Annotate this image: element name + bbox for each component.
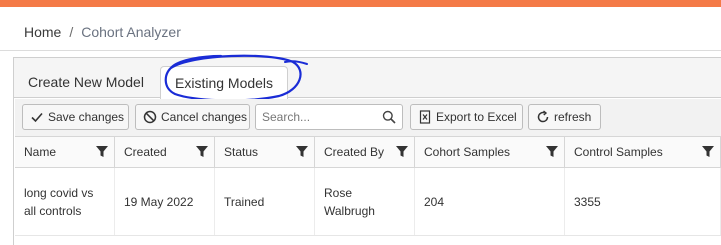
filter-icon[interactable]: [546, 146, 558, 158]
search-input[interactable]: [262, 105, 380, 129]
column-header-label: Status: [224, 145, 259, 159]
column-header-created[interactable]: Created: [115, 137, 215, 167]
export-to-excel-button[interactable]: Export to Excel: [410, 104, 523, 130]
top-accent-bar: [0, 0, 721, 7]
refresh-button[interactable]: refresh: [528, 104, 601, 130]
tab-strip: Create New Model Existing Models: [14, 54, 721, 102]
breadcrumb: Home / Cohort Analyzer: [24, 22, 181, 42]
refresh-icon: [536, 110, 550, 124]
filter-icon[interactable]: [296, 146, 308, 158]
column-header-label: Name: [24, 145, 57, 159]
tab-panel: Create New Model Existing Models Save ch…: [13, 54, 721, 245]
column-header-created-by[interactable]: Created By: [315, 137, 415, 167]
save-changes-label: Save changes: [48, 110, 125, 124]
filter-icon[interactable]: [196, 146, 208, 158]
cell-created[interactable]: 19 May 2022: [115, 168, 215, 235]
cancel-changes-button[interactable]: Cancel changes: [135, 104, 250, 130]
refresh-label: refresh: [554, 110, 592, 124]
export-to-excel-label: Export to Excel: [436, 110, 517, 124]
grid-header: Name Created Status Created By Cohort Sa…: [15, 137, 721, 168]
column-header-label: Control Samples: [574, 145, 663, 159]
cell-name[interactable]: long covid vs all controls: [15, 168, 115, 235]
filter-icon[interactable]: [96, 146, 108, 158]
models-grid: Name Created Status Created By Cohort Sa…: [15, 137, 721, 236]
column-header-label: Cohort Samples: [424, 145, 511, 159]
app-window: Home / Cohort Analyzer Create New Model …: [0, 0, 721, 245]
cell-created-by[interactable]: Rose Walbrugh: [315, 168, 415, 235]
search-icon[interactable]: [382, 110, 396, 124]
column-header-cohort-samples[interactable]: Cohort Samples: [415, 137, 565, 167]
tab-create-new-model[interactable]: Create New Model: [14, 66, 158, 98]
cell-control-samples[interactable]: 3355: [565, 168, 721, 235]
tab-existing-models[interactable]: Existing Models: [160, 66, 289, 99]
cancel-changes-label: Cancel changes: [161, 110, 248, 124]
header-divider: [0, 50, 721, 51]
excel-icon: [418, 110, 432, 124]
check-icon: [30, 110, 44, 124]
breadcrumb-separator: /: [69, 24, 74, 40]
filter-icon[interactable]: [396, 146, 408, 158]
cancel-icon: [143, 110, 157, 124]
cell-cohort-samples[interactable]: 204: [415, 168, 565, 235]
column-header-status[interactable]: Status: [215, 137, 315, 167]
filter-icon[interactable]: [702, 146, 714, 158]
grid-toolbar: Save changes Cancel changes Export to Ex…: [15, 99, 721, 137]
column-header-label: Created By: [324, 145, 385, 159]
save-changes-button[interactable]: Save changes: [22, 104, 129, 130]
column-header-name[interactable]: Name: [15, 137, 115, 167]
table-row[interactable]: long covid vs all controls 19 May 2022 T…: [15, 168, 721, 236]
search-box: [255, 104, 403, 130]
column-header-label: Created: [124, 145, 167, 159]
column-header-control-samples[interactable]: Control Samples: [565, 137, 721, 167]
cell-status[interactable]: Trained: [215, 168, 315, 235]
breadcrumb-home[interactable]: Home: [24, 24, 61, 40]
breadcrumb-current: Cohort Analyzer: [81, 24, 181, 40]
